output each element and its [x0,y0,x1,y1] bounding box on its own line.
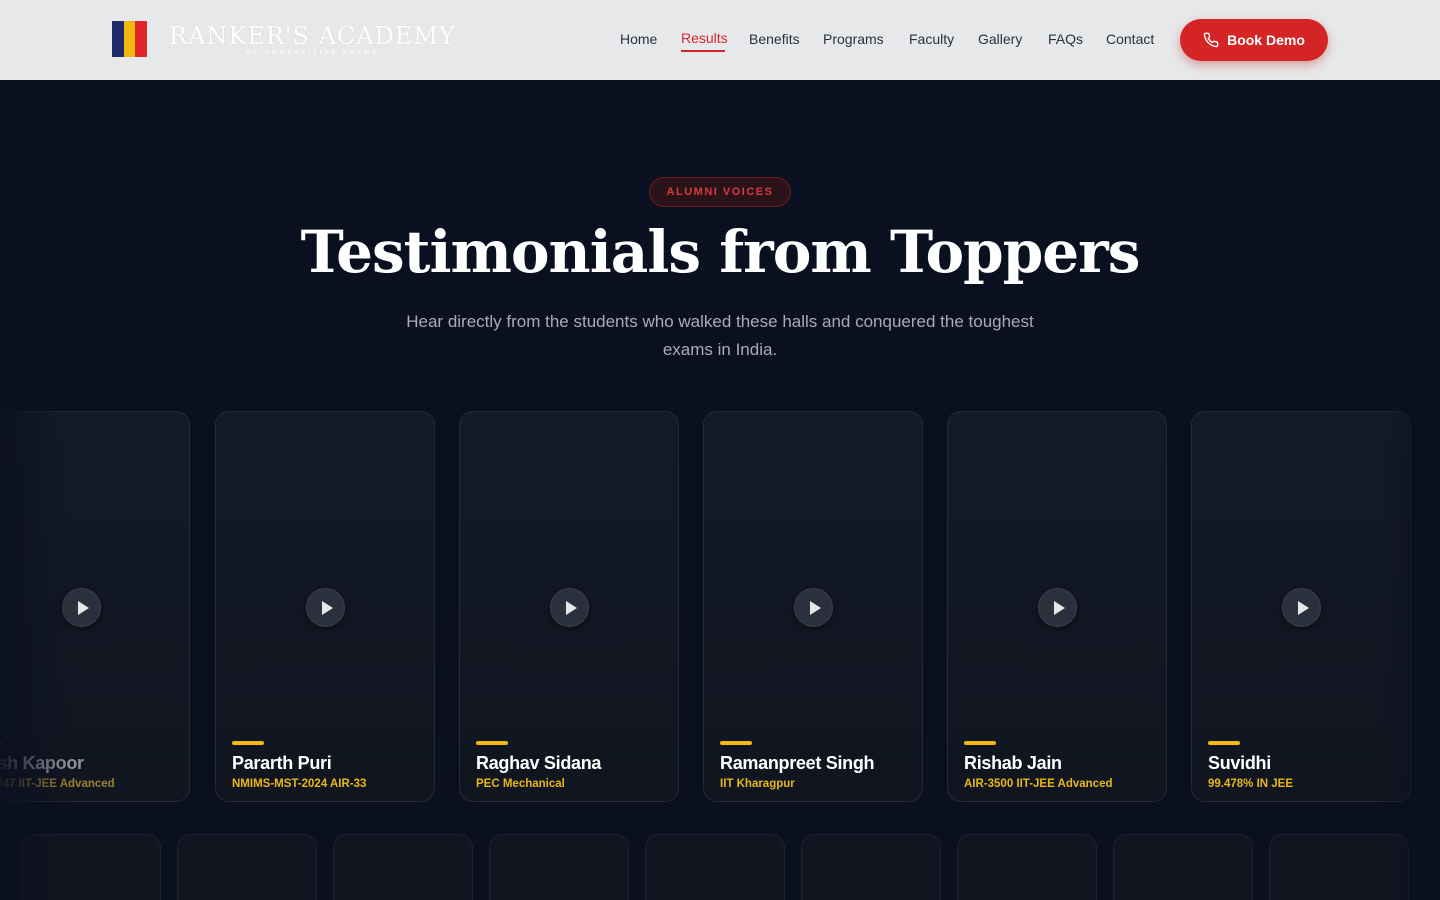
testimonial-detail: AIR-3500 IIT-JEE Advanced [964,778,1113,790]
nav-results[interactable]: Results [681,30,728,46]
nav-home[interactable]: Home [620,31,657,47]
play-icon[interactable] [550,588,589,627]
card-accent [1208,741,1240,745]
flag-icon [112,21,148,57]
mini-card[interactable] [1113,834,1253,900]
testimonial-card[interactable]: Pararth Puri NMIMS-MST-2024 AIR-33 [215,411,435,802]
testimonial-detail: NMIMS-MST-2024 AIR-33 [232,778,367,790]
mini-card[interactable] [333,834,473,900]
testimonial-name: Pararth Puri [232,753,332,773]
testimonial-name: Suvidhi [1208,753,1271,773]
mini-card[interactable] [177,834,317,900]
card-accent [720,741,752,745]
brand-logo[interactable]: RANKER'S ACADEMY OF COMPETITIVE EXAMS [112,21,456,57]
card-accent [232,741,264,745]
mini-card[interactable] [21,834,161,900]
testimonial-card[interactable]: Rishab Jain AIR-3500 IIT-JEE Advanced [947,411,1167,802]
testimonial-card[interactable]: Raghav Sidana PEC Mechanical [459,411,679,802]
testimonial-name: Rishab Jain [964,753,1062,773]
nav-faqs[interactable]: FAQs [1048,31,1083,47]
book-demo-button[interactable]: Book Demo [1180,19,1328,61]
testimonial-detail: -4847 IIT-JEE Advanced [0,778,115,790]
play-icon[interactable] [1282,588,1321,627]
testimonial-name: Raghav Sidana [476,753,602,773]
section-title: Testimonials from Toppers [300,218,1141,286]
section-badge: ALUMNI VOICES [649,177,791,207]
mini-card[interactable] [645,834,785,900]
play-icon[interactable] [62,588,101,627]
mini-card[interactable] [1269,834,1409,900]
testimonial-detail: PEC Mechanical [476,778,565,790]
nav-benefits[interactable]: Benefits [749,31,800,47]
nav-gallery[interactable]: Gallery [978,31,1022,47]
testimonial-detail: 99.478% IN JEE [1208,778,1294,790]
testimonial-detail: IIT Kharagpur [720,778,795,790]
nav-contact[interactable]: Contact [1106,31,1154,47]
site-header: RANKER'S ACADEMY OF COMPETITIVE EXAMS Ho… [0,0,1440,80]
nav-programs[interactable]: Programs [823,31,884,47]
logo-sub-text: OF COMPETITIVE EXAMS [245,49,380,56]
nav-faculty[interactable]: Faculty [909,31,954,47]
card-accent [0,741,2,745]
testimonial-card[interactable]: Suvidhi 99.478% IN JEE [1191,411,1411,802]
play-icon[interactable] [1038,588,1077,627]
card-accent [476,741,508,745]
mini-card[interactable] [957,834,1097,900]
logo-main-text: RANKER'S ACADEMY [169,21,456,50]
card-accent [964,741,996,745]
book-demo-label: Book Demo [1227,32,1305,48]
testimonial-card[interactable]: rish Kapoor -4847 IIT-JEE Advanced [0,411,190,802]
phone-icon [1203,32,1219,48]
mini-card[interactable] [489,834,629,900]
play-icon[interactable] [794,588,833,627]
section-subtitle: Hear directly from the students who walk… [406,312,1034,359]
logo-text: RANKER'S ACADEMY OF COMPETITIVE EXAMS [169,23,456,56]
testimonial-name: Ramanpreet Singh [720,753,875,773]
testimonial-name: rish Kapoor [0,753,84,773]
mini-card[interactable] [801,834,941,900]
testimonial-card[interactable]: Ramanpreet Singh IIT Kharagpur [703,411,923,802]
play-icon[interactable] [306,588,345,627]
active-nav-underline [681,50,725,52]
